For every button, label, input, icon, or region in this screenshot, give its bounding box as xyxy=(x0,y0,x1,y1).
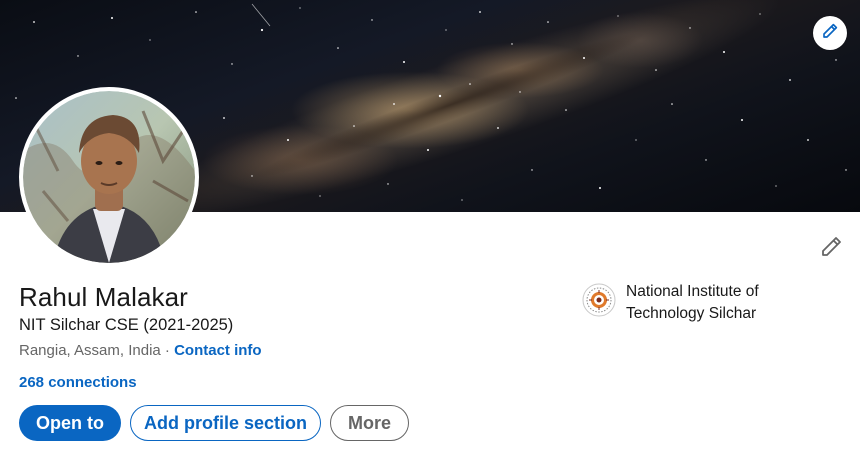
connections-link[interactable]: 268 connections xyxy=(19,374,137,391)
avatar-image xyxy=(23,91,195,263)
edit-intro-button[interactable] xyxy=(816,234,846,264)
profile-headline: NIT Silchar CSE (2021-2025) xyxy=(19,316,234,334)
location-text: Rangia, Assam, India xyxy=(19,342,161,359)
pencil-icon xyxy=(819,235,843,264)
separator: · xyxy=(160,342,175,359)
pencil-icon xyxy=(821,22,839,45)
institution-name: National Institute of Technology Silchar xyxy=(626,283,759,322)
add-profile-section-button[interactable]: Add profile section xyxy=(130,405,321,441)
more-button[interactable]: More xyxy=(330,405,409,441)
profile-photo[interactable] xyxy=(19,87,199,267)
contact-info-link[interactable]: Contact info xyxy=(174,342,262,359)
profile-name: Rahul Malakar xyxy=(19,282,188,312)
nit-silchar-logo-icon xyxy=(582,283,616,317)
education-link[interactable]: National Institute of Technology Silchar xyxy=(582,281,796,325)
edit-cover-button[interactable] xyxy=(813,16,847,50)
open-to-button[interactable]: Open to xyxy=(19,405,121,441)
location-line: Rangia, Assam, India · Contact info xyxy=(19,342,262,359)
